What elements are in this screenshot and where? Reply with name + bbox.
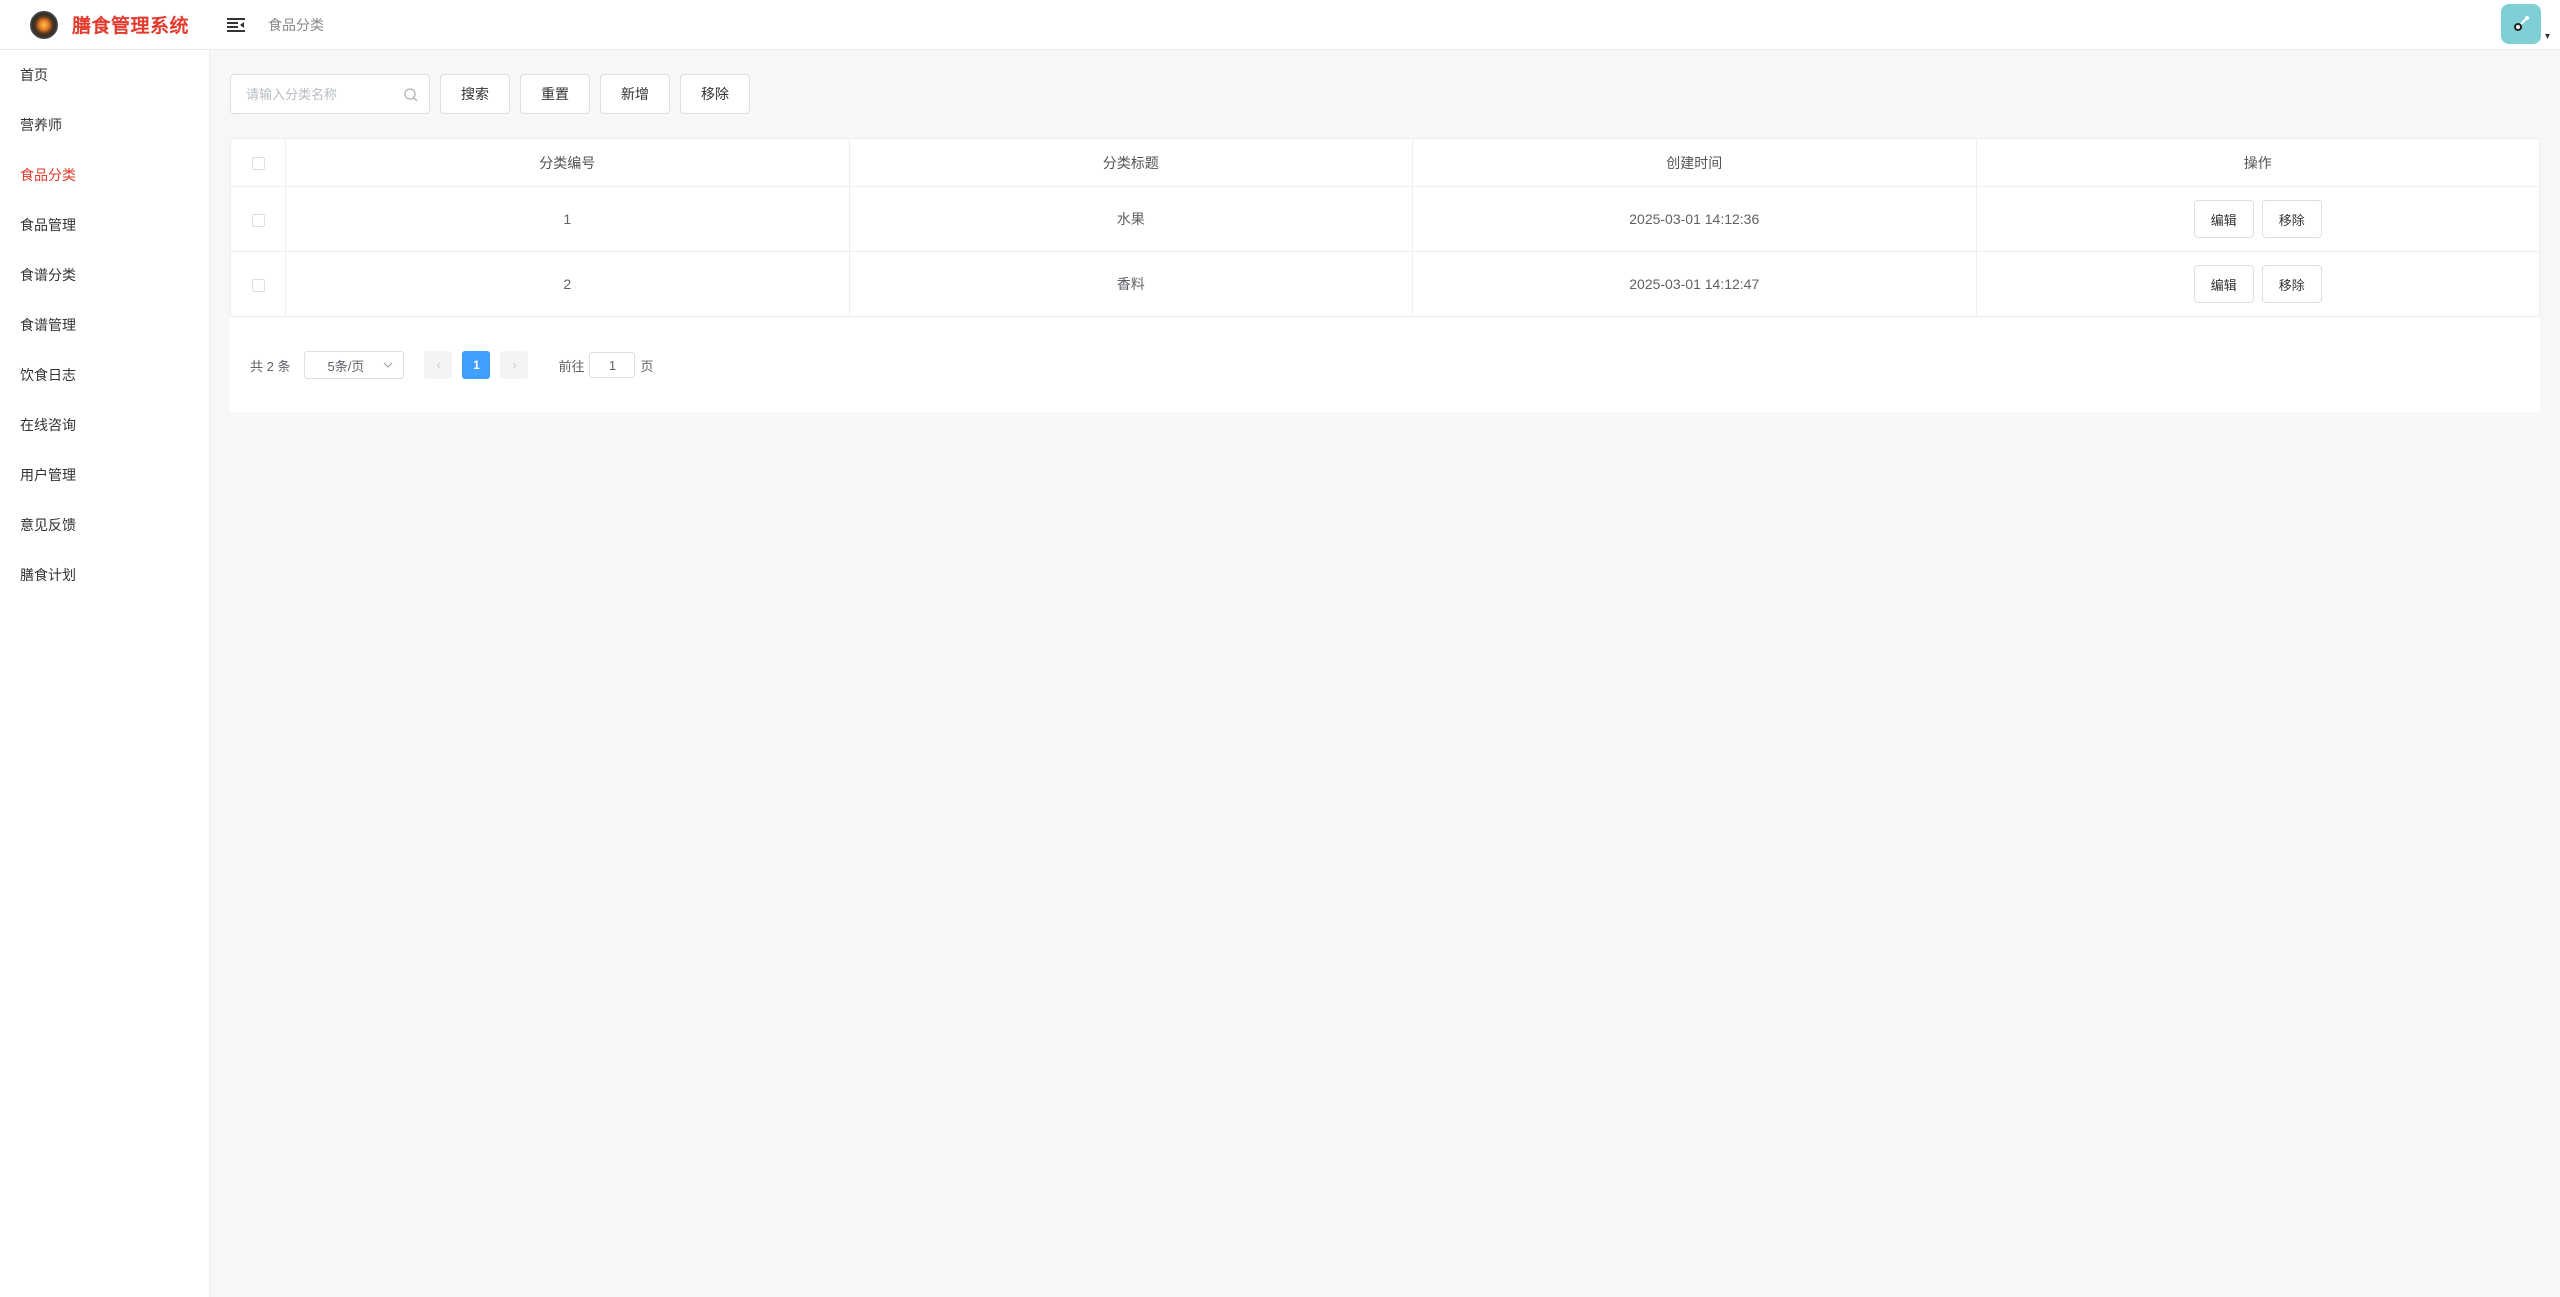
row-remove-button[interactable]: 移除 — [2261, 200, 2322, 238]
breadcrumb: 食品分类 — [268, 16, 324, 33]
table-panel: 分类编号 分类标题 创建时间 操作 1 水果 2025-03-01 14:12:36… — [230, 138, 2540, 412]
column-header: 操作 — [1975, 138, 2540, 187]
toolbar: 搜索 重置 新增 移除 — [230, 74, 2540, 114]
search-input[interactable] — [246, 86, 406, 102]
sidebar-item[interactable]: 膳食计划 — [0, 550, 209, 600]
menu-fold-icon[interactable] — [226, 15, 246, 35]
reset-button[interactable]: 重置 — [520, 74, 590, 114]
pagination: 共 2 条 5条/页 ‹ 1 › 前往 页 — [230, 349, 2540, 381]
next-page-button[interactable]: › — [500, 351, 529, 379]
sidebar-item[interactable]: 食谱分类 — [0, 250, 209, 300]
row-select-cell — [230, 251, 286, 317]
sidebar-item[interactable]: 用户管理 — [0, 450, 209, 500]
sidebar-item[interactable]: 营养师 — [0, 100, 209, 150]
top-header: 膳食管理系统 食品分类 ▾ — [0, 0, 2560, 50]
category-title-cell: 香料 — [848, 251, 1413, 317]
edit-button[interactable]: 编辑 — [2193, 200, 2254, 238]
search-icon[interactable] — [403, 87, 419, 103]
prev-page-button[interactable]: ‹ — [424, 351, 453, 379]
total-count: 共 2 条 — [250, 358, 291, 374]
column-header: 分类编号 — [285, 138, 850, 187]
created-time-cell: 2025-03-01 14:12:47 — [1412, 251, 1977, 317]
actions-cell: 编辑 移除 — [1975, 251, 2540, 317]
logo-icon — [30, 10, 58, 39]
table-row: 2 香料 2025-03-01 14:12:47 编辑 移除 — [230, 251, 2540, 317]
table-row: 1 水果 2025-03-01 14:12:36 编辑 移除 — [230, 186, 2540, 252]
sidebar-item[interactable]: 食品分类 — [0, 150, 209, 200]
select-all-cell — [230, 138, 286, 187]
page-number-button[interactable]: 1 — [462, 351, 491, 379]
chevron-down-icon — [384, 362, 393, 368]
goto-prefix: 前往 — [558, 358, 585, 374]
user-menu[interactable]: ▾ — [2500, 4, 2550, 44]
category-title-cell: 水果 — [848, 186, 1413, 252]
created-time-cell: 2025-03-01 14:12:36 — [1412, 186, 1977, 252]
category-table: 分类编号 分类标题 创建时间 操作 1 水果 2025-03-01 14:12:36… — [230, 138, 2540, 317]
sidebar-item[interactable]: 在线咨询 — [0, 400, 209, 450]
page-jumper: 前往 页 — [558, 352, 654, 378]
column-header: 分类标题 — [848, 138, 1413, 187]
edit-button[interactable]: 编辑 — [2193, 265, 2254, 303]
sidebar-item[interactable]: 食谱管理 — [0, 300, 209, 350]
sidebar: 首页 营养师 食品分类 食品管理 食谱分类 食谱管理 饮食日志 在线咨询 用户管理 意见反馈 膳食计… — [0, 50, 210, 1297]
add-button[interactable]: 新增 — [600, 74, 670, 114]
page-size-select[interactable]: 5条/页 — [304, 351, 405, 379]
row-checkbox[interactable] — [251, 213, 265, 227]
chevron-down-icon[interactable]: ▾ — [2545, 31, 2550, 42]
category-id-cell: 1 — [285, 186, 850, 252]
main-content: 搜索 重置 新增 移除 分类编号 分类标题 创建时间 操作 1水果2025-03… — [210, 50, 2560, 1297]
select-all-checkbox[interactable] — [251, 157, 265, 171]
logo-area: 膳食管理系统 — [0, 0, 210, 50]
category-id-cell: 2 — [285, 251, 850, 317]
sidebar-item[interactable]: 意见反馈 — [0, 500, 209, 550]
actions-cell: 编辑 移除 — [1975, 186, 2540, 252]
avatar-icon[interactable] — [2500, 4, 2541, 44]
search-box[interactable] — [230, 74, 430, 114]
row-remove-button[interactable]: 移除 — [2261, 265, 2322, 303]
remove-button[interactable]: 移除 — [680, 74, 750, 114]
column-header: 创建时间 — [1412, 138, 1977, 187]
table-header-row: 分类编号 分类标题 创建时间 操作 — [230, 138, 2540, 187]
sidebar-item[interactable]: 食品管理 — [0, 200, 209, 250]
row-checkbox[interactable] — [251, 278, 265, 292]
sidebar-item[interactable]: 饮食日志 — [0, 350, 209, 400]
search-button[interactable]: 搜索 — [440, 74, 510, 114]
goto-page-input[interactable] — [589, 352, 636, 378]
sidebar-item[interactable]: 首页 — [0, 50, 209, 100]
row-select-cell — [230, 186, 286, 252]
goto-suffix: 页 — [640, 358, 654, 374]
app-title: 膳食管理系统 — [72, 16, 190, 37]
page-size-value: 5条/页 — [327, 358, 365, 374]
